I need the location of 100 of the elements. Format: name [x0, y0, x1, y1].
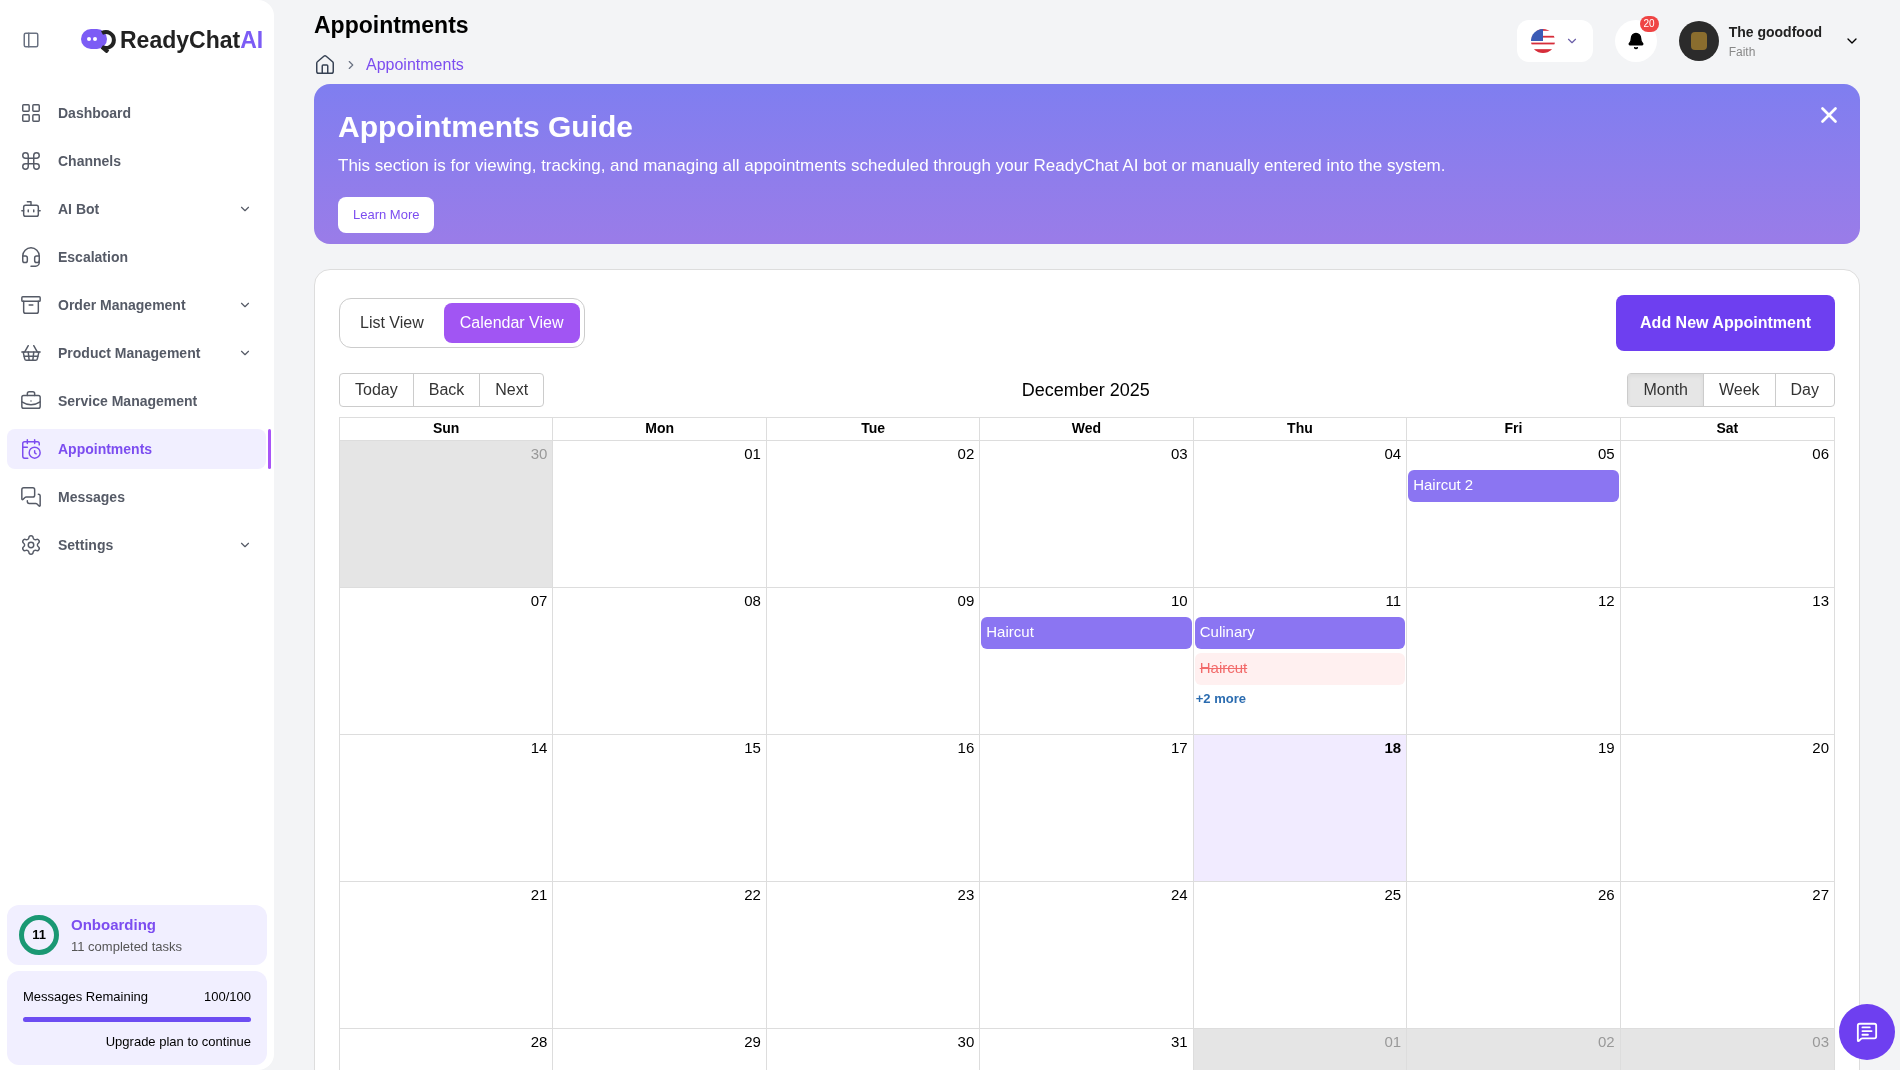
appointment-event[interactable]: Culinary	[1194, 616, 1406, 649]
guide-title: Appointments Guide	[338, 109, 633, 145]
sidebar-item[interactable]: AI Bot	[7, 189, 266, 229]
sidebar-item[interactable]: Service Management	[7, 381, 266, 421]
more-events-link[interactable]: +2 more	[1194, 688, 1406, 708]
day-number: 30	[957, 1032, 976, 1052]
add-appointment-button[interactable]: Add New Appointment	[1616, 295, 1835, 351]
calendar-day-cell[interactable]: 02	[766, 441, 981, 588]
day-number: 05	[1597, 444, 1616, 464]
learn-more-button[interactable]: Learn More	[338, 196, 435, 233]
calendar-day-cell[interactable]: 07	[340, 588, 554, 735]
view-tab[interactable]: List View	[344, 303, 440, 343]
onboarding-card[interactable]: 11 Onboarding 11 completed tasks	[7, 905, 267, 965]
day-number: 03	[1171, 444, 1189, 464]
appointment-event[interactable]: Haircut	[981, 616, 1192, 649]
sidebar-item[interactable]: Order Management	[7, 285, 266, 325]
settings-icon	[20, 534, 42, 556]
notification-count: 20	[1639, 16, 1659, 32]
calendar-day-cell[interactable]: 12	[1407, 588, 1621, 735]
calendar-nav-button[interactable]: Back	[413, 374, 481, 406]
weekday-header: Fri	[1407, 418, 1621, 440]
sidebar-item[interactable]: Dashboard	[7, 93, 266, 133]
day-number: 12	[1597, 591, 1616, 611]
user-name: The goodfood	[1728, 22, 1822, 42]
headset-icon	[20, 246, 42, 268]
view-tab[interactable]: Calendar View	[443, 303, 580, 343]
dashboard-icon	[20, 102, 42, 124]
calendar-day-cell[interactable]: 10 Haircut	[980, 588, 1194, 735]
calendar-day-cell[interactable]: 05 Haircut 2	[1407, 441, 1621, 588]
calendar-nav-button[interactable]: Next	[480, 374, 544, 406]
sidebar-item[interactable]: Escalation	[7, 237, 266, 277]
calendar-day-cell[interactable]: 21	[340, 882, 554, 1029]
calendar-day-cell[interactable]: 14	[340, 735, 554, 882]
calendar-day-cell[interactable]: 04	[1193, 441, 1408, 588]
range-tab[interactable]: Week	[1703, 374, 1776, 406]
day-number: 01	[1384, 1032, 1403, 1052]
sidebar-item[interactable]: Appointments	[7, 429, 266, 469]
weekday-header: Sat	[1715, 419, 1740, 438]
calendar-day-cell[interactable]: 18	[1193, 735, 1408, 882]
calendar-day-cell[interactable]: 15	[553, 735, 767, 882]
calendar-day-cell[interactable]: 22	[553, 882, 767, 1029]
day-number: 09	[957, 591, 976, 611]
calendar-day-cell[interactable]: 09	[766, 588, 981, 735]
calendar-day-cell[interactable]: 26	[1407, 882, 1621, 1029]
calendar-clock-icon	[20, 438, 42, 460]
bell-icon	[1626, 32, 1645, 50]
breadcrumb-link[interactable]: Appointments	[366, 52, 464, 77]
page-title: Appointments	[314, 11, 469, 40]
range-tab[interactable]: Day	[1775, 374, 1834, 406]
chat-fab[interactable]	[1839, 1004, 1895, 1060]
calendar-day-cell[interactable]: 25	[1193, 882, 1408, 1029]
day-number: 29	[744, 1032, 762, 1052]
day-number: 11	[1385, 591, 1403, 611]
guide-text: This section is for viewing, tracking, and managing all appointments scheduled through your ReadyChat AI bot or manually entered into the system.	[338, 155, 1447, 177]
day-number: 25	[1384, 885, 1403, 905]
weekday-header: Thu	[1193, 418, 1408, 440]
sidebar-item[interactable]: Messages	[7, 477, 266, 517]
appointment-event[interactable]: Haircut 2	[1408, 469, 1619, 502]
day-number: 02	[1597, 1032, 1616, 1052]
month-label: December 2025	[1021, 378, 1150, 402]
range-tab[interactable]: Month	[1628, 374, 1704, 406]
calendar-day-cell[interactable]: 24	[980, 882, 1194, 1029]
briefcase-icon	[20, 390, 42, 412]
onboarding-subtitle: 11 completed tasks	[71, 937, 183, 956]
calendar-day-cell[interactable]: 19	[1407, 735, 1621, 882]
brand-name: ReadyChatAI	[120, 25, 264, 55]
day-number: 08	[744, 591, 762, 611]
flag-icon	[1530, 29, 1555, 53]
calendar-day-cell[interactable]: 11 Culinary Haircut +2 more	[1193, 588, 1408, 735]
weekday-header: Mon	[553, 418, 767, 440]
calendar-day-cell[interactable]: 01	[553, 441, 767, 588]
day-number: 06	[1812, 444, 1830, 464]
weekday-header: Wed	[980, 418, 1194, 440]
day-number: 26	[1597, 885, 1616, 905]
user-role: Faith	[1728, 43, 1757, 61]
day-number: 30	[530, 444, 549, 464]
weekday-header: Tue	[766, 418, 981, 440]
day-number: 28	[530, 1032, 549, 1052]
messages-remaining-value: 100/100	[204, 988, 251, 1006]
calendar-day-cell[interactable]: 16	[766, 735, 981, 882]
calendar-day-cell[interactable]: 08	[553, 588, 767, 735]
home-icon[interactable]	[314, 53, 336, 76]
sidebar-item[interactable]: Product Management	[7, 333, 266, 373]
language-selector[interactable]	[1516, 20, 1593, 62]
day-number: 02	[957, 444, 976, 464]
sidebar-item[interactable]: Channels	[7, 141, 266, 181]
calendar-day-cell[interactable]: 17	[980, 735, 1194, 882]
calendar-nav-button[interactable]: Today	[340, 374, 414, 406]
messages-remaining-label: Messages Remaining	[23, 988, 148, 1006]
day-number: 13	[1812, 591, 1830, 611]
day-number: 14	[530, 738, 549, 758]
sidebar-toggle-icon[interactable]	[22, 31, 40, 49]
day-number: 03	[1812, 1032, 1830, 1052]
day-number: 31	[1171, 1032, 1189, 1052]
day-number: 17	[1171, 738, 1189, 758]
day-number: 18	[1384, 738, 1403, 758]
calendar-day-cell[interactable]: 23	[766, 882, 981, 1029]
progress-ring: 11	[19, 915, 59, 955]
sidebar-item[interactable]: Settings	[7, 525, 266, 565]
calendar-day-cell[interactable]: 03	[980, 441, 1194, 588]
